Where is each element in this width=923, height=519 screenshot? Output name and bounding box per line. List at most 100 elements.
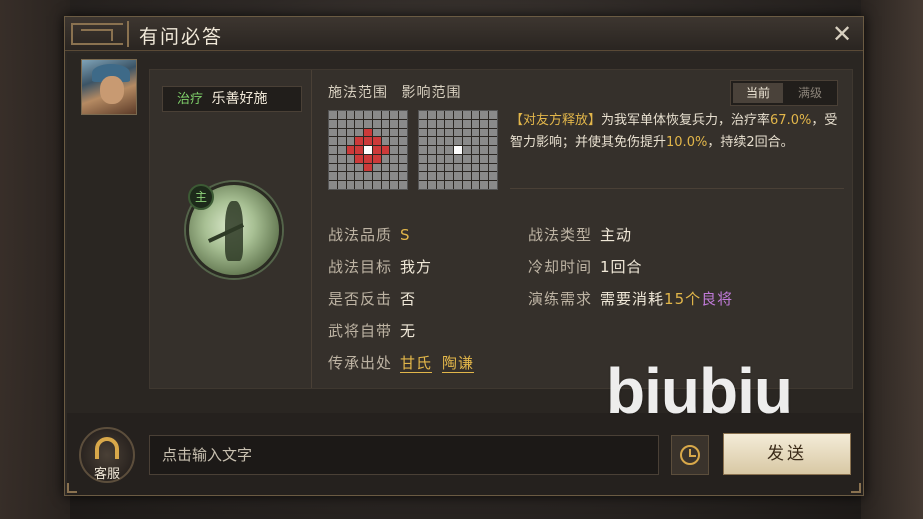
grid-cell — [480, 128, 489, 137]
attr-innate: 武将自带无 — [328, 320, 416, 341]
grid-cell — [445, 163, 454, 172]
grid-cell — [337, 181, 346, 189]
grid-cell — [364, 163, 372, 172]
grid-cell — [337, 128, 346, 137]
corner-ornament-icon — [67, 483, 77, 493]
skill-name: 乐善好施 — [211, 91, 268, 107]
grid-cell — [337, 119, 346, 128]
grid-cell — [419, 111, 427, 119]
attr-counter-key: 是否反击 — [328, 290, 393, 308]
grid-cell — [329, 137, 337, 146]
grid-cell — [364, 154, 372, 163]
grid-cell — [427, 181, 436, 189]
grid-cell — [471, 181, 480, 189]
grid-cell — [454, 146, 462, 154]
grid-cell — [372, 119, 381, 128]
grid-cell — [390, 172, 399, 181]
skill-summary: 治疗 乐善好施 主 — [150, 70, 312, 388]
grid-cell — [346, 163, 355, 172]
grid-cell — [471, 119, 480, 128]
chat-input[interactable] — [149, 435, 659, 475]
grid-cell — [355, 146, 364, 154]
close-icon[interactable]: ✕ — [829, 21, 855, 47]
grid-cell — [346, 146, 355, 154]
grid-cell — [329, 111, 337, 119]
grid-cell — [337, 146, 346, 154]
attr-innate-key: 武将自带 — [328, 322, 393, 340]
grid-cell — [381, 181, 390, 189]
grid-cell — [436, 137, 445, 146]
grid-cell — [454, 137, 462, 146]
attr-quality: 战法品质 S — [328, 224, 411, 245]
grid-cell — [489, 119, 497, 128]
grid-cell — [399, 111, 407, 119]
grid-cell — [462, 128, 471, 137]
grid-cell — [329, 119, 337, 128]
title-ornament-icon — [71, 23, 123, 45]
grid-cell — [399, 146, 407, 154]
history-button[interactable] — [671, 435, 709, 475]
grid-cell — [364, 128, 372, 137]
grid-cell — [480, 111, 489, 119]
grid-cell — [427, 119, 436, 128]
grid-cell — [445, 128, 454, 137]
grid-cell — [471, 111, 480, 119]
attr-counter-value: 否 — [400, 290, 417, 308]
watermark: biubiu — [606, 355, 793, 427]
grid-cell — [346, 172, 355, 181]
grid-cell — [454, 111, 462, 119]
grid-cell — [454, 163, 462, 172]
grid-cell — [427, 172, 436, 181]
grid-cell — [480, 163, 489, 172]
grid-cell — [390, 111, 399, 119]
send-button[interactable]: 发送 — [723, 433, 851, 475]
grid-cell — [364, 172, 372, 181]
grid-cell — [462, 119, 471, 128]
title-divider — [127, 21, 129, 47]
skill-description: 【对友方释放】为我军单体恢复兵力，治疗率67.0%，受智力影响；并使其免伤提升1… — [510, 110, 844, 154]
skill-tag: 治疗 — [177, 92, 204, 107]
title-bar: 有问必答 ✕ — [65, 17, 863, 51]
grid-cell — [381, 172, 390, 181]
grid-cell — [419, 154, 427, 163]
grid-cell — [454, 172, 462, 181]
grid-cell — [480, 172, 489, 181]
inherit-link-taoqian[interactable]: 陶谦 — [442, 354, 475, 373]
grid-cell — [427, 137, 436, 146]
grid-cell — [381, 146, 390, 154]
inherit-link-ganshi[interactable]: 甘氏 — [400, 354, 433, 373]
grid-cell — [471, 163, 480, 172]
grid-cell — [462, 181, 471, 189]
cast-range-label: 施法范围 — [328, 85, 388, 101]
attr-train-pre: 需要消耗 — [600, 290, 665, 308]
desc-heal-rate: 67.0% — [770, 113, 812, 128]
corner-ornament-icon — [851, 483, 861, 493]
customer-service-button[interactable]: 客服 — [79, 427, 135, 483]
grid-cell — [372, 181, 381, 189]
attr-cooldown: 冷却时间 1回合 — [528, 256, 643, 277]
grid-cell — [445, 181, 454, 189]
grid-cell — [355, 154, 364, 163]
grid-cell — [419, 172, 427, 181]
attr-train-num: 15个 — [664, 290, 702, 308]
grid-cell — [445, 137, 454, 146]
grid-cell — [329, 163, 337, 172]
grid-cell — [454, 119, 462, 128]
grid-cell — [419, 137, 427, 146]
toggle-max-level[interactable]: 满级 — [785, 83, 835, 103]
grid-cell — [372, 111, 381, 119]
grid-cell — [489, 137, 497, 146]
grid-cell — [381, 163, 390, 172]
grid-cell — [346, 154, 355, 163]
grid-cell — [480, 154, 489, 163]
attr-target-key: 战法目标 — [328, 258, 393, 276]
general-portrait[interactable] — [81, 59, 137, 115]
grid-cell — [489, 181, 497, 189]
grid-cell — [480, 119, 489, 128]
grid-cell — [436, 146, 445, 154]
grid-cell — [381, 137, 390, 146]
grid-cell — [454, 128, 462, 137]
toggle-current[interactable]: 当前 — [733, 83, 783, 103]
headset-icon — [95, 437, 119, 459]
grid-cell — [471, 154, 480, 163]
